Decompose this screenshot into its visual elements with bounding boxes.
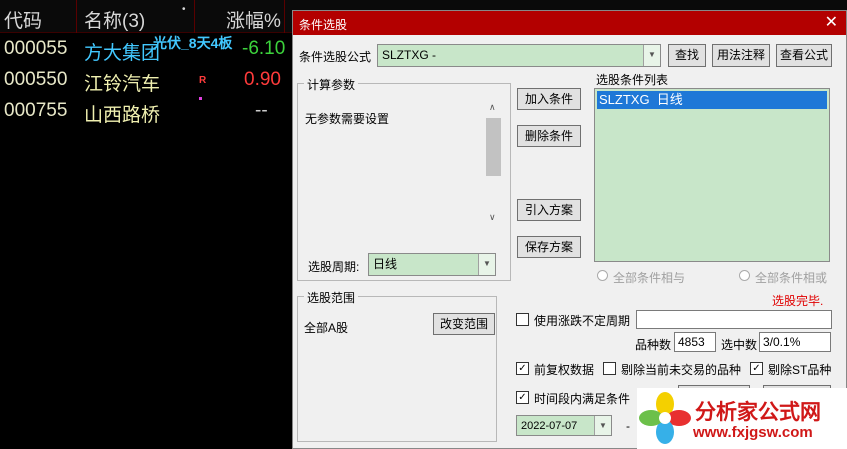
params-title: 计算参数 — [304, 76, 359, 93]
radio-or[interactable] — [739, 270, 750, 281]
params-scrollbar[interactable]: ∧ ∨ — [485, 100, 502, 230]
range-value: 全部A股 — [304, 321, 349, 335]
period-value: 日线 — [373, 257, 398, 271]
exclude-st-checkbox[interactable]: ✓ — [750, 362, 763, 375]
adjust-checkbox[interactable]: ✓ — [516, 362, 529, 375]
col-dot: • — [182, 4, 186, 15]
scroll-up-icon[interactable]: ∧ — [489, 102, 496, 113]
time-range-label: 时间段内满足条件 — [534, 392, 631, 406]
col-code[interactable]: 代码 — [4, 6, 42, 33]
delete-condition-button[interactable]: 删除条件 — [517, 125, 581, 147]
view-formula-button[interactable]: 查看公式 — [776, 44, 832, 67]
scroll-down-icon[interactable]: ∨ — [489, 212, 496, 223]
selected-label: 选中数 — [721, 338, 758, 352]
formula-label: 条件选股公式 — [299, 50, 372, 64]
radio-and[interactable] — [597, 270, 608, 281]
row-name: 方大集团 — [84, 43, 161, 64]
range-title: 选股范围 — [304, 289, 359, 306]
find-button[interactable]: 查找 — [668, 44, 706, 67]
date-value: 2022-07-07 — [521, 420, 578, 432]
params-group: 计算参数 无参数需要设置 ∧ ∨ 选股周期: 日线 ▼ — [297, 76, 511, 281]
import-scheme-button[interactable]: 引入方案 — [517, 199, 581, 221]
selected-field: 3/0.1% — [759, 332, 831, 352]
formula-value: SLZTXG - — [382, 48, 437, 62]
count-label: 品种数 — [635, 338, 672, 352]
condition-list-title: 选股条件列表 — [596, 73, 669, 87]
row-name: 山西路桥 — [84, 105, 161, 126]
flower-logo-icon — [639, 392, 691, 444]
period-select[interactable]: 日线 ▼ — [368, 253, 496, 276]
row-name: 江铃汽车 — [84, 74, 161, 95]
row-marker — [199, 97, 202, 100]
exclude-notrade-checkbox[interactable] — [603, 362, 616, 375]
radio-and-label: 全部条件相与 — [613, 271, 686, 285]
condition-list[interactable]: SLZTXG 日线 — [594, 88, 830, 262]
scrollbar-thumb[interactable] — [486, 118, 501, 176]
radio-or-label: 全部条件相或 — [755, 271, 828, 285]
row-code: 000755 — [4, 100, 68, 121]
chevron-down-icon[interactable]: ▼ — [478, 254, 495, 275]
count-field: 4853 — [674, 332, 716, 352]
save-scheme-button[interactable]: 保存方案 — [517, 236, 581, 258]
watermark-url: www.fxjgsw.com — [693, 424, 813, 441]
list-item[interactable]: SLZTXG 日线 — [597, 91, 827, 109]
exclude-st-label: 剔除ST品种 — [768, 363, 832, 377]
row-change: -6.10 — [242, 38, 286, 59]
period-label: 选股周期: — [308, 260, 360, 274]
usage-button[interactable]: 用法注释 — [712, 44, 770, 67]
close-icon[interactable]: ✕ — [825, 12, 838, 32]
chevron-down-icon[interactable]: ▼ — [594, 416, 611, 435]
date-picker[interactable]: 2022-07-07 ▼ — [516, 415, 612, 436]
use-period-checkbox[interactable] — [516, 313, 529, 326]
status-text: 选股完毕. — [772, 294, 824, 308]
dialog-title-bar[interactable]: 条件选股 — [293, 11, 846, 35]
watermark: 分析家公式网 www.fxjgsw.com — [637, 388, 847, 449]
add-condition-button[interactable]: 加入条件 — [517, 88, 581, 110]
change-range-button[interactable]: 改变范围 — [433, 313, 495, 335]
period-input[interactable] — [636, 310, 832, 329]
chevron-down-icon[interactable]: ▼ — [643, 45, 660, 66]
dialog-title: 条件选股 — [299, 18, 348, 32]
watermark-text: 分析家公式网 — [695, 401, 821, 424]
formula-select[interactable]: SLZTXG - ▼ — [377, 44, 661, 67]
row-code: 000550 — [4, 69, 68, 90]
stock-screener-dialog: 条件选股 ✕ 条件选股公式 SLZTXG - ▼ 查找 用法注释 查看公式 计算… — [292, 10, 847, 449]
exclude-notrade-label: 剔除当前未交易的品种 — [621, 363, 742, 377]
row-tag: R — [199, 75, 207, 86]
col-name[interactable]: 名称(3) — [84, 6, 145, 33]
params-text: 无参数需要设置 — [305, 112, 390, 126]
use-period-label: 使用涨跌不定周期 — [534, 314, 631, 328]
row-change: -- — [255, 100, 268, 121]
row-tag: 光伏_8天4板 — [153, 35, 233, 51]
date-separator: - — [626, 419, 630, 433]
row-change: 0.90 — [244, 69, 281, 90]
row-code: 000055 — [4, 38, 68, 59]
col-change[interactable]: 涨幅% — [226, 6, 281, 33]
adjust-label: 前复权数据 — [534, 363, 595, 377]
time-range-checkbox[interactable]: ✓ — [516, 391, 529, 404]
range-group: 选股范围 全部A股 改变范围 — [297, 289, 497, 442]
